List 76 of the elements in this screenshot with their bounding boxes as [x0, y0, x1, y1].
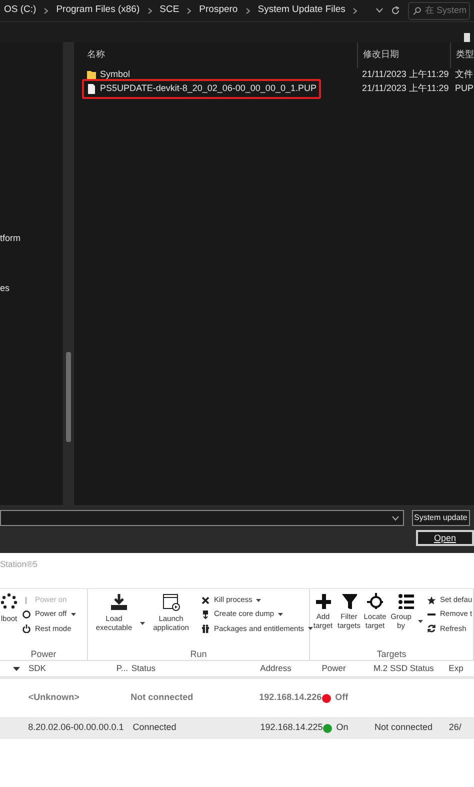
table-cell-text: 26/ [448, 721, 462, 734]
table-cell-text: Connected [132, 721, 176, 734]
caret-icon [418, 620, 423, 624]
column-header[interactable]: 修改日期 [363, 48, 399, 62]
column-header[interactable]: Address [260, 663, 292, 674]
column-header[interactable]: Power [322, 663, 346, 674]
refresh-icon [427, 624, 436, 634]
chevron-right-icon [44, 8, 48, 14]
breadcrumb-item[interactable]: Prospero [199, 3, 238, 18]
ribbon-group-label: Run [190, 649, 207, 659]
search-icon [413, 6, 421, 14]
column-header[interactable]: SDK [28, 663, 46, 674]
column-header[interactable]: 类型 [456, 48, 474, 62]
window-icon [162, 593, 180, 611]
app-title: Station®5 [0, 559, 38, 569]
table-cell-text: Not connected [130, 691, 194, 704]
column-header[interactable]: 名称 [87, 48, 105, 62]
file-icon [87, 84, 96, 94]
modified-date: 21/11/2023 上午11:29 [361, 82, 450, 96]
power-icon [22, 624, 31, 634]
ribbon-group-label: Targets [376, 649, 406, 659]
caret-icon [70, 612, 76, 616]
breadcrumb-item[interactable]: OS (C:) [4, 3, 36, 18]
nav-item[interactable]: tform [0, 232, 21, 246]
caret-icon [278, 612, 284, 616]
gift-icon [201, 624, 210, 634]
table-cell-text: On [336, 721, 348, 734]
refresh-icon[interactable] [391, 6, 400, 15]
column-header[interactable]: Status [131, 663, 156, 674]
chevron-right-icon [353, 8, 358, 14]
table-row[interactable]: <Unknown> Not connected 192.168.14.226 Off [0, 687, 474, 709]
plus-icon [315, 593, 331, 609]
table-cell-text: 192.168.14.226 [259, 691, 322, 704]
modified-date: 21/11/2023 上午11:29 [361, 68, 450, 82]
table-cell-text: <Unknown> [28, 691, 80, 704]
file-type: 文件 [454, 68, 473, 82]
breadcrumb-item[interactable]: Program Files (x86) [56, 3, 140, 18]
funnel-icon [341, 593, 357, 609]
chevron-right-icon [246, 8, 250, 14]
chevron-down-icon [392, 516, 399, 520]
column-header[interactable]: Exp [448, 663, 464, 674]
file-name[interactable]: Symbol [100, 68, 130, 82]
file-name[interactable]: PS5UPDATE-devkit-8_20_02_06-00_00_00_0_1.PUP [100, 82, 316, 96]
nav-item[interactable]: es [0, 282, 10, 295]
ribbon-group-label: Power [30, 649, 56, 659]
close-icon [201, 596, 210, 605]
circle-icon [22, 610, 31, 619]
search-field[interactable]: 在 System [408, 2, 470, 20]
file-name-field[interactable] [0, 510, 404, 526]
scrollbar[interactable] [63, 42, 74, 505]
download-icon [110, 593, 128, 611]
column-header[interactable]: P... [116, 663, 128, 674]
list-icon [398, 593, 414, 609]
crosshair-icon [367, 593, 383, 609]
table-cell-text: 8.20.02.06-00.00.00.0.1 [28, 721, 124, 734]
highlighted-file-row[interactable]: PS5UPDATE-devkit-8_20_02_06-00_00_00_0_1.PUP [82, 79, 322, 99]
download-icon [201, 610, 210, 619]
caret-icon [308, 627, 314, 630]
chevron-right-icon [148, 8, 152, 14]
table-cell-text: 192.168.14.225 [260, 721, 323, 734]
table-cell-text: Not connected [374, 721, 433, 734]
table-cell-text: Off [335, 691, 348, 704]
selected-row[interactable]: 8.20.02.06-00.00.00.0.1 Connected 192.168.14.225 On Not connected 26/ [0, 717, 474, 739]
caret-icon [256, 598, 262, 602]
breadcrumb-item[interactable]: SCE [160, 3, 180, 18]
sort-arrow-icon[interactable] [13, 666, 20, 670]
spinner-icon [0, 593, 18, 611]
open-button[interactable]: Open [416, 530, 474, 546]
star-icon [427, 596, 436, 605]
file-type-dropdown[interactable]: System update [412, 510, 470, 526]
column-header[interactable]: M.2 SSD Status [373, 663, 434, 674]
chevron-right-icon [187, 8, 192, 14]
caret-icon [140, 622, 145, 626]
chevron-down-icon[interactable] [376, 8, 383, 13]
file-type: PUP [454, 82, 474, 96]
breadcrumb-item[interactable]: System Update Files [258, 3, 346, 18]
